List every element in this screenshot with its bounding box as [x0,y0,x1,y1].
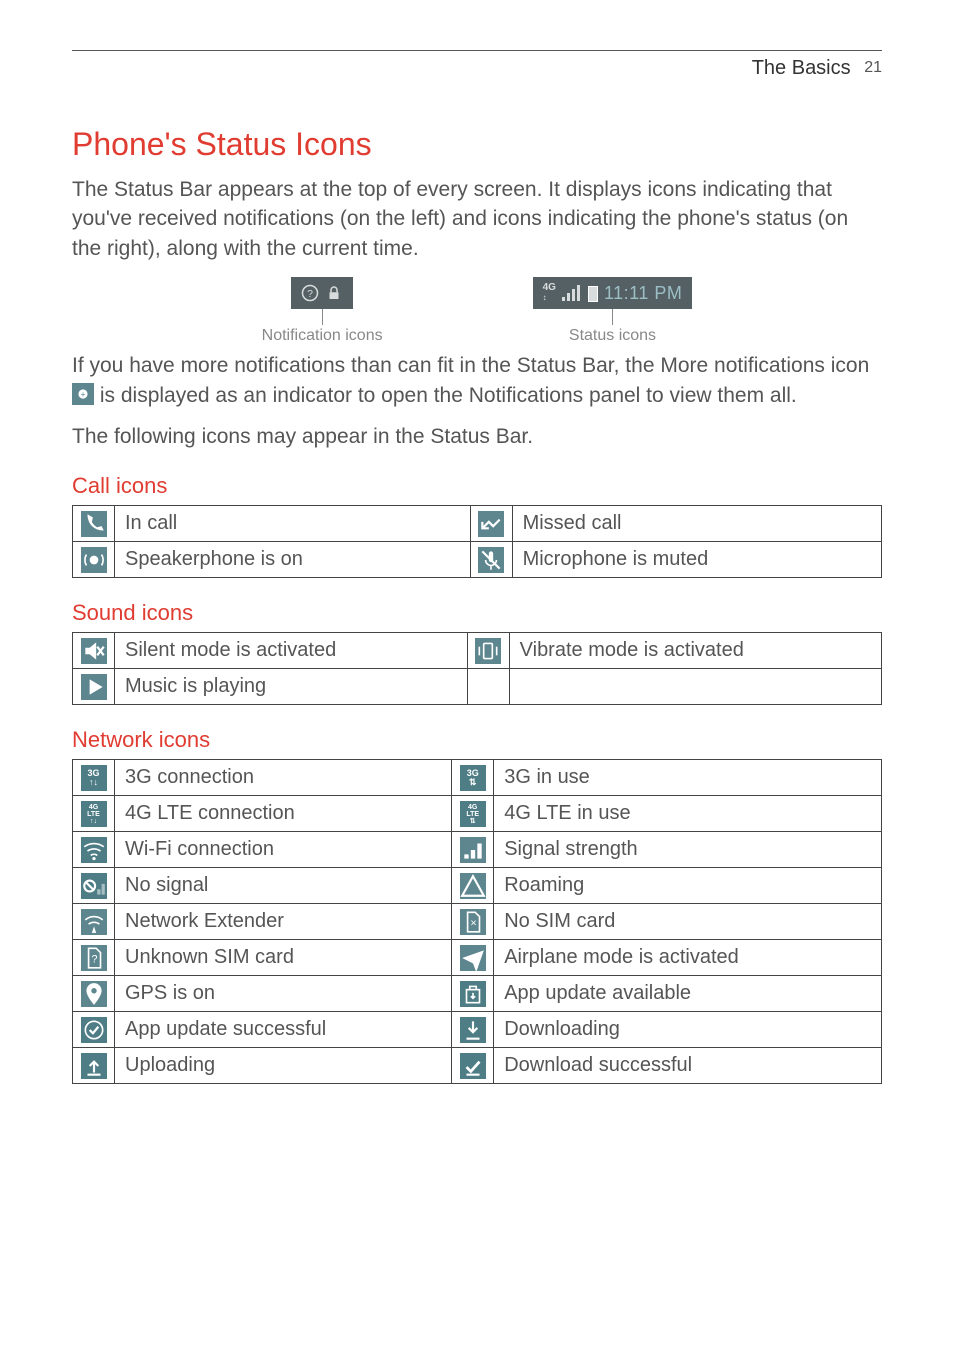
lock-icon [325,284,343,302]
no-signal-icon [81,873,107,899]
vibrate-icon [475,638,501,664]
3g-use-icon: 3G⇅ [460,765,486,791]
airplane-icon [460,945,486,971]
table-row: Network Extender × No SIM card [73,904,882,940]
update-success-icon [81,1017,107,1043]
network-icons-heading: Network icons [72,727,882,753]
empty-cell [467,669,509,705]
roaming-icon [460,873,486,899]
icon-label: App update successful [115,1012,452,1048]
icon-label: Download successful [494,1048,882,1084]
battery-icon [588,286,598,302]
icon-label: Airplane mode is activated [494,940,882,976]
table-row: Silent mode is activated Vibrate mode is… [73,633,882,669]
icon-label: Silent mode is activated [115,633,468,669]
empty-cell [509,669,881,705]
table-row: 3G↑↓ 3G connection 3G⇅ 3G in use [73,760,882,796]
more-notifications-icon: + [72,383,94,405]
sound-icons-table: Silent mode is activated Vibrate mode is… [72,632,882,705]
more-notif-text-1: If you have more notifications than can … [72,354,869,377]
intro-paragraph: The Status Bar appears at the top of eve… [72,175,882,263]
svg-text:×: × [470,917,476,929]
more-notif-text-2: is displayed as an indicator to open the… [100,384,797,407]
icon-label: Speakerphone is on [115,542,471,578]
table-row: Speakerphone is on Microphone is muted [73,542,882,578]
3g-icon: 3G↑↓ [81,765,107,791]
page-content: The Basics 21 Phone's Status Icons The S… [0,0,954,1144]
svg-text:?: ? [307,288,313,300]
4g-lte-icon: 4GLTE↑↓ [81,801,107,827]
4g-lte-use-icon: 4GLTE⇅ [460,801,486,827]
lte-indicator-icon: 4G↕ [543,283,556,303]
network-extender-icon [81,909,107,935]
icon-label: Downloading [494,1012,882,1048]
table-row: Music is playing [73,669,882,705]
silent-icon [81,638,107,664]
section-name: The Basics [752,57,851,79]
status-strip: 4G↕ 11:11 PM [533,277,693,309]
icon-label: Missed call [512,506,881,542]
icon-label: App update available [494,976,882,1012]
table-row: Uploading Download successful [73,1048,882,1084]
status-group: 4G↕ 11:11 PM Status icons [533,277,693,345]
icon-label: Unknown SIM card [115,940,452,976]
question-icon: ? [301,284,319,302]
icon-label: Roaming [494,868,882,904]
svg-text:?: ? [91,953,97,965]
network-icons-table: 3G↑↓ 3G connection 3G⇅ 3G in use 4GLTE↑↓… [72,759,882,1084]
more-notifications-paragraph: If you have more notifications than can … [72,351,882,410]
page-title: Phone's Status Icons [72,126,882,163]
table-row: ? Unknown SIM card Airplane mode is acti… [73,940,882,976]
notification-caption: Notification icons [262,327,383,345]
call-icons-table: In call Missed call Speakerphone is on M… [72,505,882,578]
speakerphone-icon [81,547,107,573]
icon-label: 3G connection [115,760,452,796]
missed-call-icon [478,511,504,537]
unknown-sim-icon: ? [81,945,107,971]
page-number: 21 [864,59,882,76]
icon-label: Network Extender [115,904,452,940]
app-update-icon [460,981,486,1007]
notification-group: ? Notification icons [262,277,383,345]
gps-icon [81,981,107,1007]
icon-label: Uploading [115,1048,452,1084]
play-icon [81,674,107,700]
icon-label: 3G in use [494,760,882,796]
downloading-icon [460,1017,486,1043]
clock-text: 11:11 PM [604,283,682,304]
wifi-icon [81,837,107,863]
phone-icon [81,511,107,537]
table-row: 4GLTE↑↓ 4G LTE connection 4GLTE⇅ 4G LTE … [73,796,882,832]
icon-label: 4G LTE in use [494,796,882,832]
sound-icons-heading: Sound icons [72,600,882,626]
table-row: In call Missed call [73,506,882,542]
icon-label: Wi-Fi connection [115,832,452,868]
no-sim-icon: × [460,909,486,935]
signal-icon [460,837,486,863]
notification-strip: ? [291,277,353,309]
download-success-icon [460,1053,486,1079]
table-row: App update successful Downloading [73,1012,882,1048]
icon-label: No SIM card [494,904,882,940]
icon-label: 4G LTE connection [115,796,452,832]
statusbar-diagram: ? Notification icons 4G↕ 11:11 PM Status… [72,277,882,345]
svg-text:+: + [81,390,86,399]
mic-muted-icon [478,547,504,573]
uploading-icon [81,1053,107,1079]
icon-label: Music is playing [115,669,468,705]
icon-label: Signal strength [494,832,882,868]
status-caption: Status icons [533,327,693,345]
table-row: GPS is on App update available [73,976,882,1012]
icon-label: GPS is on [115,976,452,1012]
following-paragraph: The following icons may appear in the St… [72,422,882,451]
icon-label: Vibrate mode is activated [509,633,881,669]
signal-bars-icon [562,285,582,301]
icon-label: In call [115,506,471,542]
table-row: Wi-Fi connection Signal strength [73,832,882,868]
call-icons-heading: Call icons [72,473,882,499]
table-row: No signal Roaming [73,868,882,904]
page-header: The Basics 21 [72,50,882,80]
icon-label: Microphone is muted [512,542,881,578]
icon-label: No signal [115,868,452,904]
